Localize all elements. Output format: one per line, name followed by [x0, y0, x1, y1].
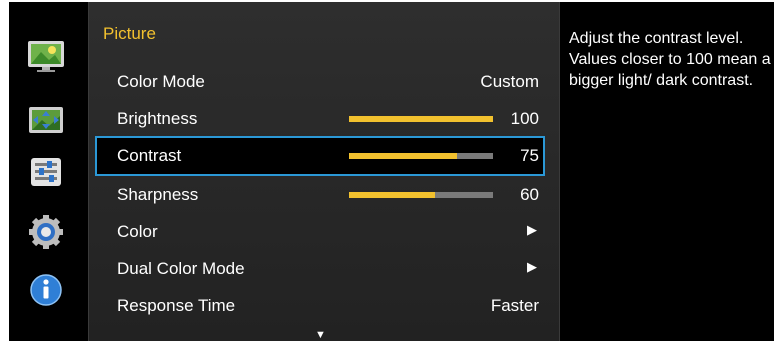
brightness-slider-fill: [349, 116, 493, 122]
picture-icon[interactable]: [25, 38, 67, 74]
category-sidebar: [9, 2, 87, 341]
contrast-slider[interactable]: [349, 153, 493, 159]
menu-item-label: Color Mode: [117, 72, 205, 91]
menu-item-value: 75: [520, 146, 539, 165]
submenu-arrow-icon: ▶: [527, 222, 537, 237]
submenu-arrow-icon: ▶: [527, 259, 537, 274]
menu-item-contrast[interactable]: Contrast 75: [95, 136, 545, 176]
menu-item-label: Dual Color Mode: [117, 259, 245, 278]
brightness-slider[interactable]: [349, 116, 493, 122]
menu-item-value: Custom: [480, 72, 539, 91]
menu-item-label: Response Time: [117, 296, 236, 315]
sharpness-slider-fill: [349, 192, 436, 198]
information-icon[interactable]: [25, 272, 67, 308]
picture-menu-panel: Picture Color Mode Custom Brightness 100…: [88, 2, 560, 341]
scroll-down-icon[interactable]: ▼: [315, 329, 326, 341]
menu-item-label: Brightness: [117, 109, 198, 128]
menu-item-value: 60: [520, 185, 539, 204]
menu-item-dual-color-mode[interactable]: Dual Color Mode ▶: [95, 249, 545, 289]
menu-item-label: Sharpness: [117, 185, 199, 204]
menu-item-color-mode[interactable]: Color Mode Custom: [95, 62, 545, 102]
menu-item-sharpness[interactable]: Sharpness 60: [95, 175, 545, 215]
system-gear-icon[interactable]: [25, 214, 67, 250]
osd-menu: Picture Color Mode Custom Brightness 100…: [9, 2, 774, 341]
help-description: Adjust the contrast level. Values closer…: [569, 30, 771, 89]
menu-item-color[interactable]: Color ▶: [95, 212, 545, 252]
setup-reset-icon[interactable]: [25, 154, 67, 190]
menu-item-value: Faster: [490, 296, 539, 315]
menu-item-label: Contrast: [117, 146, 182, 165]
onscreen-display-icon[interactable]: [25, 102, 67, 138]
contrast-slider-fill: [349, 153, 457, 159]
menu-item-response-time[interactable]: Response Time Faster: [95, 286, 545, 326]
menu-item-label: Color: [117, 222, 158, 241]
sharpness-slider[interactable]: [349, 192, 493, 198]
menu-item-brightness[interactable]: Brightness 100: [95, 99, 545, 139]
menu-item-value: 100: [510, 109, 539, 128]
menu-title: Picture: [103, 24, 156, 43]
